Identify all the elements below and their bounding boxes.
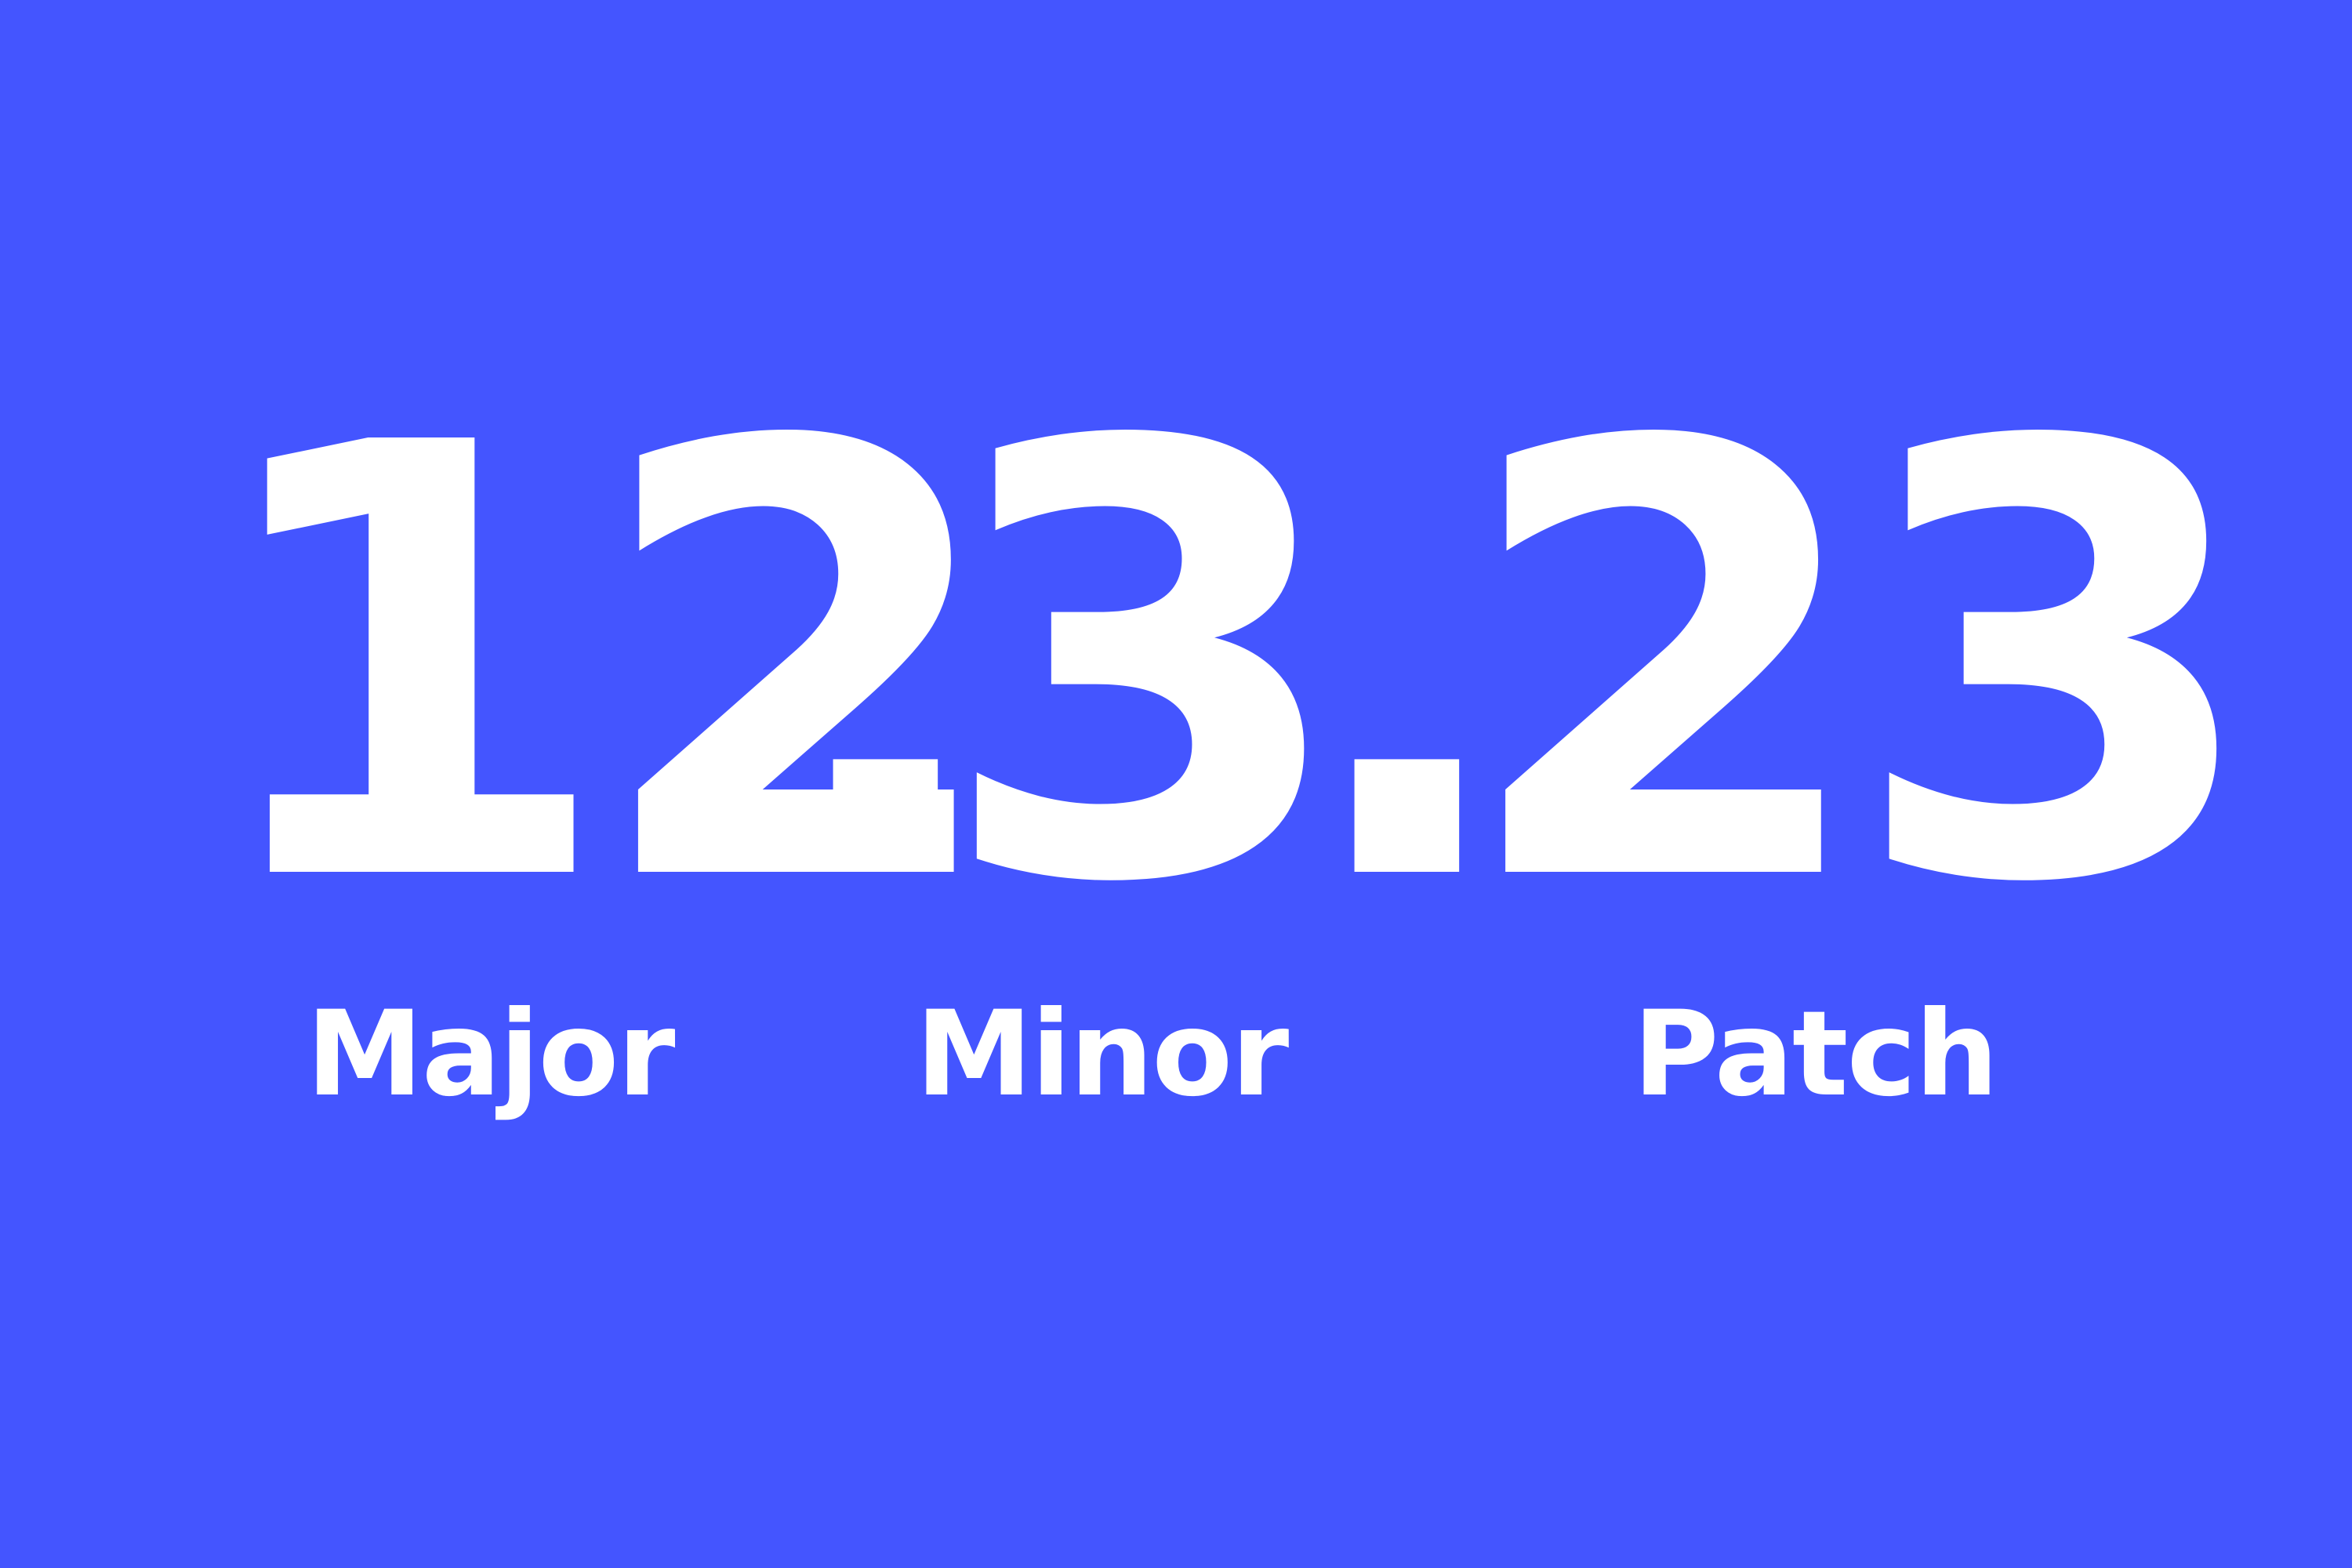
minor-label: Minor (915, 986, 1290, 1123)
major-label: Major (306, 986, 676, 1123)
patch-number: 23 (1458, 320, 2264, 1013)
version-separator: . (772, 320, 999, 1013)
minor-number: 3 (937, 320, 1352, 1013)
version-labels: Major Minor Patch (0, 984, 2352, 1125)
patch-label: Patch (1632, 986, 1999, 1123)
version-graphic: 12 . 3 . 23 Major Minor Patch (0, 0, 2352, 1568)
version-number: 12 . 3 . 23 (0, 320, 2352, 1013)
major-number: 12 (200, 320, 1006, 1013)
version-separator: . (1294, 320, 1520, 1013)
